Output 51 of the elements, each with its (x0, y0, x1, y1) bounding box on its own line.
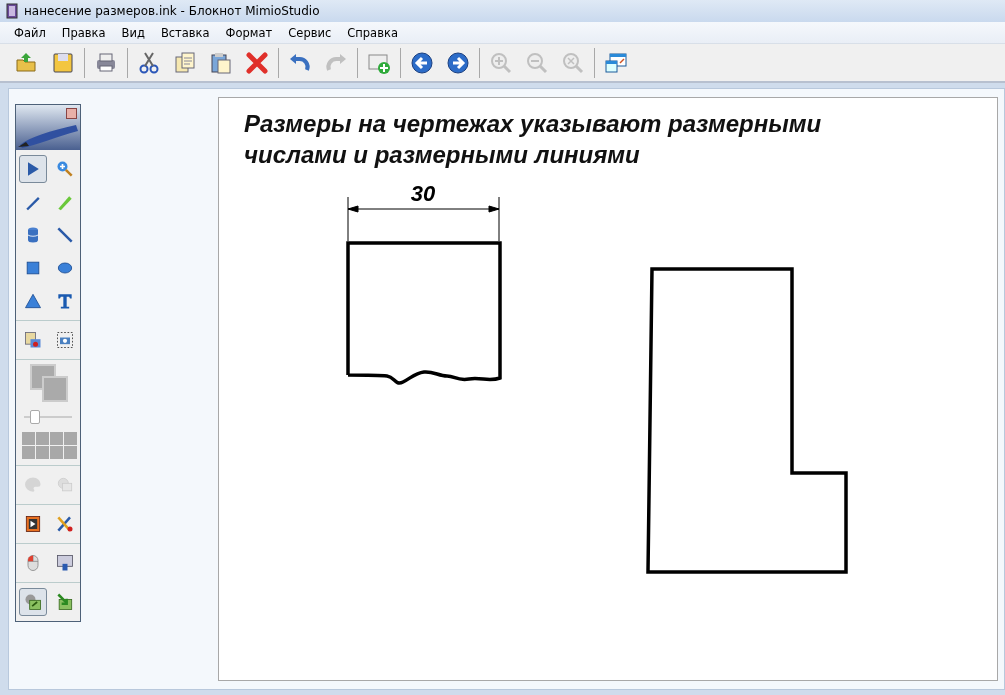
interactive-mode-tool[interactable] (19, 588, 47, 616)
zoom-out-icon (525, 50, 549, 75)
color-swatch[interactable] (22, 446, 35, 459)
open-folder-icon (15, 50, 39, 75)
windows-icon (604, 50, 628, 75)
page-heading: Размеры на чертежах указывают размерными числами и размерными линиями (244, 109, 823, 170)
image-insert-icon (23, 330, 43, 350)
menu-item[interactable]: Формат (217, 23, 281, 42)
copy-icon (173, 50, 197, 75)
color-swatch[interactable] (64, 446, 77, 459)
paste-icon (209, 50, 233, 75)
menu-item[interactable]: Сервис (280, 23, 340, 42)
slider-thumb[interactable] (29, 410, 40, 424)
zoom-in-icon (489, 50, 513, 75)
copy-button[interactable] (172, 49, 198, 76)
menu-item[interactable]: Вид (113, 23, 153, 42)
menu-item[interactable]: Файл (6, 23, 54, 42)
monitor-icon (55, 553, 75, 573)
color-swatch[interactable] (50, 432, 63, 445)
color-swatch[interactable] (36, 446, 49, 459)
arrow-pointer-tool[interactable] (19, 155, 47, 183)
pen-tools-icon (55, 514, 75, 534)
zoom-icon (55, 159, 75, 179)
camera-icon (55, 330, 75, 350)
print-icon (94, 50, 118, 75)
color-swatches-drawing[interactable] (28, 364, 68, 404)
close-icon[interactable] (66, 108, 77, 119)
save-icon (51, 50, 75, 75)
color-palette-icon (23, 475, 43, 495)
left-arrow-button[interactable] (409, 49, 435, 76)
line-icon (55, 225, 75, 245)
scissors-icon (137, 50, 161, 75)
menu-item[interactable]: Вставка (152, 23, 218, 42)
arrow-into-box-icon (55, 592, 75, 612)
delete-cross-button[interactable] (244, 49, 270, 76)
zoom-fit-icon (561, 50, 585, 75)
color-swatch[interactable] (50, 446, 63, 459)
color-swatch[interactable] (22, 432, 35, 445)
interactive-mode-icon (23, 592, 43, 612)
notebook-icon (6, 3, 18, 19)
menu-item[interactable]: Справка (339, 23, 406, 42)
right-arrow-button[interactable] (445, 49, 471, 76)
presentation-icon (23, 514, 43, 534)
color-swatch[interactable] (36, 432, 49, 445)
menu-item[interactable]: Правка (53, 23, 114, 42)
triangle-icon (23, 291, 43, 311)
text-t-icon (55, 291, 75, 311)
color-swatch[interactable] (64, 432, 77, 445)
dimension-value: 30 (410, 181, 436, 206)
window-title: нанесение размеров.ink - Блокнот MimioStudio (24, 4, 320, 18)
delete-cross-icon (245, 50, 269, 75)
